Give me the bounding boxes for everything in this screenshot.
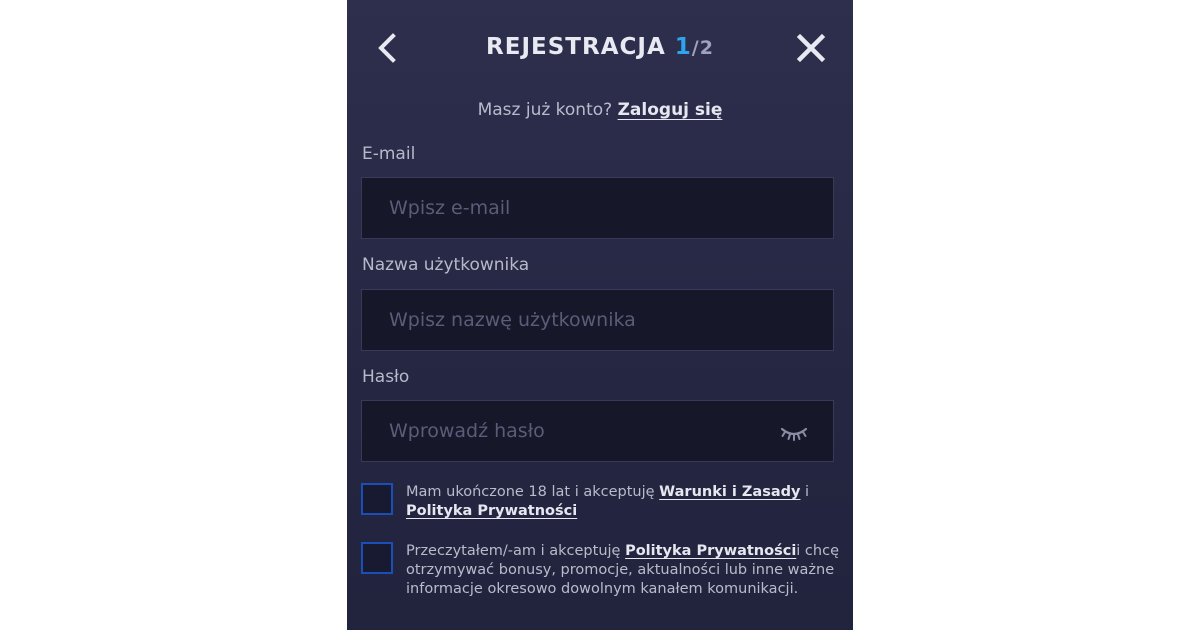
marketing-consent-text: Przeczytałem/-am i akceptuję Polityka Pr… <box>406 542 841 599</box>
page-title: REJESTRACJA 1/2 <box>347 30 853 65</box>
age-terms-text: Mam ukończone 18 lat i akceptuję Warunki… <box>406 483 841 521</box>
username-field-box <box>361 289 834 351</box>
login-link[interactable]: Zaloguj się <box>618 100 723 120</box>
terms-link[interactable]: Warunki i Zasady <box>659 484 800 500</box>
username-input[interactable] <box>362 290 833 350</box>
privacy-policy-link-2[interactable]: Polityka Prywatności <box>625 543 796 559</box>
eye-closed-icon <box>780 427 808 441</box>
close-icon <box>796 33 826 63</box>
privacy-policy-link-1[interactable]: Polityka Prywatności <box>406 503 577 519</box>
step-total: /2 <box>691 37 714 59</box>
consent1-text-before: Mam ukończone 18 lat i akceptuję <box>406 484 660 500</box>
close-button[interactable] <box>795 32 827 64</box>
password-input[interactable] <box>362 401 833 461</box>
username-label: Nazwa użytkownika <box>362 255 530 275</box>
password-label: Hasło <box>362 367 410 387</box>
marketing-consent-checkbox[interactable] <box>361 542 393 574</box>
login-prompt-text: Masz już konto? <box>477 100 613 120</box>
email-label: E-mail <box>362 144 416 164</box>
consent1-text-middle: i <box>800 484 810 500</box>
step-current: 1 <box>674 34 692 60</box>
login-prompt: Masz już konto? Zaloguj się <box>347 98 853 122</box>
email-input[interactable] <box>362 178 833 238</box>
password-visibility-toggle[interactable] <box>779 421 809 443</box>
age-terms-checkbox[interactable] <box>361 483 393 515</box>
registration-panel: REJESTRACJA 1/2 Masz już konto? Zaloguj … <box>347 0 853 630</box>
consent2-text-before: Przeczytałem/-am i akceptuję <box>406 543 626 559</box>
email-field-box <box>361 177 834 239</box>
password-field-box <box>361 400 834 462</box>
title-text: REJESTRACJA <box>486 34 666 60</box>
